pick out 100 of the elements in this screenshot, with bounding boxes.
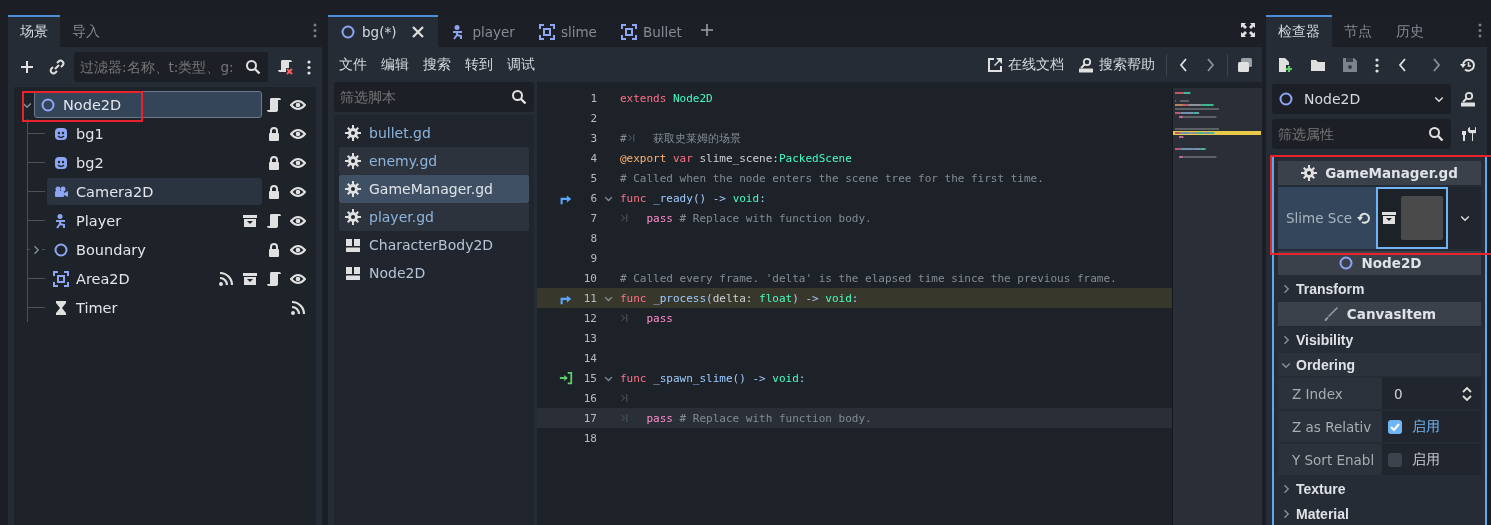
area-icon [538, 24, 555, 40]
eye-icon [290, 242, 306, 258]
book-icon [345, 265, 361, 281]
line-number: 17 [582, 411, 597, 425]
script-list-item[interactable]: player.gd [339, 203, 529, 231]
code-line: # Called every frame. 'delta' is the elapsed time since the previous frame. [620, 271, 1117, 285]
line-number: 3 [589, 131, 597, 145]
tree-item[interactable]: Node2D [34, 91, 262, 118]
menu-item[interactable]: 调试 [500, 50, 542, 79]
search-icon [511, 89, 527, 105]
property-group[interactable]: Visibility [1278, 328, 1481, 351]
scroll-icon [266, 271, 282, 287]
signal-toggle[interactable] [290, 299, 306, 317]
script-name: enemy.gd [369, 153, 438, 169]
area-icon [53, 270, 69, 287]
folder-icon [1309, 57, 1326, 73]
checkbox[interactable]: 启用 [1382, 411, 1481, 442]
lock-icon [266, 184, 282, 200]
line-number: 2 [589, 111, 597, 125]
resource-picker[interactable] [1376, 187, 1448, 249]
script-list-item[interactable]: CharacterBody2D [339, 231, 529, 259]
clapperboard-icon [242, 213, 258, 229]
scene-tab[interactable]: bg(*) [328, 15, 439, 47]
menu-item[interactable]: 编辑 [374, 50, 416, 79]
history-icon [1460, 57, 1476, 73]
clapperboard-icon [1381, 210, 1397, 226]
script-toggle[interactable] [266, 270, 282, 288]
menu-icon [307, 59, 311, 75]
checkbox[interactable]: 启用 [1382, 444, 1481, 475]
property-group[interactable]: Ordering [1278, 353, 1481, 376]
tree-item[interactable]: bg2 [47, 149, 262, 176]
dock-tab[interactable]: 场景 [8, 15, 60, 47]
tree-item[interactable]: Timer [47, 294, 262, 321]
clapperboard-icon [242, 271, 258, 287]
help-button[interactable]: 在线文档 [980, 50, 1071, 79]
dock-tab[interactable]: 节点 [1332, 15, 1384, 47]
script-list-item[interactable]: bullet.gd [339, 119, 529, 147]
code-line: # Called when the node enters the scene tree for the first time. [620, 171, 1044, 185]
script-name: GameManager.gd [369, 181, 493, 197]
section-header[interactable]: GameManager.gd [1278, 161, 1481, 185]
line-number: 14 [582, 351, 597, 365]
gear-icon [345, 181, 361, 197]
lock-toggle[interactable] [266, 125, 282, 143]
tree-item[interactable]: Player [47, 207, 262, 234]
search-icon [1428, 126, 1444, 142]
tree-item[interactable]: Boundary [47, 236, 262, 263]
section-header[interactable]: CanvasItem [1278, 302, 1481, 326]
tree-item[interactable]: Camera2D [47, 178, 262, 205]
line-number: 11 [582, 291, 597, 305]
eye-icon [290, 155, 306, 171]
gear-icon [345, 209, 361, 225]
clapper-toggle[interactable] [242, 270, 258, 288]
eye-icon [290, 97, 306, 113]
property-filter-field[interactable]: 筛选属性 [1272, 119, 1451, 149]
line-number: 5 [589, 171, 597, 185]
menu-item[interactable]: 搜索 [416, 50, 458, 79]
script-name: CharacterBody2D [369, 237, 494, 253]
script-filter-field[interactable]: 筛选脚本 [334, 82, 534, 112]
scene-tab[interactable]: Bullet [608, 15, 694, 47]
tree-item[interactable]: bg1 [47, 120, 262, 147]
node-selector[interactable]: Node2D [1272, 84, 1451, 114]
menu-item[interactable]: 文件 [332, 50, 374, 79]
signal-toggle[interactable] [218, 270, 234, 288]
section-header[interactable]: Node2D [1278, 251, 1481, 275]
property-group[interactable]: Material [1278, 502, 1481, 525]
eye-icon [290, 213, 306, 229]
code-line: func _process(delta: float) -> void: [620, 291, 859, 305]
dock-tab[interactable]: 导入 [60, 15, 112, 47]
signal-icon [290, 300, 306, 316]
lock-toggle[interactable] [266, 183, 282, 201]
help-button[interactable]: 搜索帮助 [1071, 50, 1162, 79]
script-toggle[interactable] [266, 96, 282, 114]
code-line: pass # Replace with function body. [620, 211, 872, 225]
lock-toggle[interactable] [266, 154, 282, 172]
tree-item[interactable]: Area2D [47, 265, 262, 292]
script-name: Node2D [369, 265, 426, 281]
code-line: pass [620, 311, 673, 325]
scene-tab[interactable]: player [438, 15, 527, 47]
clapper-toggle[interactable] [242, 212, 258, 230]
menu-item[interactable]: 转到 [458, 50, 500, 79]
property-group[interactable]: Texture [1278, 477, 1481, 500]
gear-icon [345, 125, 361, 141]
code-line: func _spawn_slime() -> void: [620, 371, 806, 385]
scene-tab[interactable]: slime [526, 15, 609, 47]
filter-field[interactable]: 过滤器:名称、t:类型、g: [74, 52, 268, 82]
eye-icon [290, 184, 306, 200]
menu-icon [313, 22, 317, 38]
property-group[interactable]: Transform [1278, 277, 1481, 300]
script-list-item[interactable]: Node2D [339, 259, 529, 287]
code-line: @export var slime_scene:PackedScene [620, 151, 852, 165]
number-field[interactable]: 0 [1382, 378, 1481, 409]
dock-tab[interactable]: 检查器 [1266, 15, 1332, 47]
signal-icon [218, 271, 234, 287]
menu-icon [1478, 22, 1482, 38]
script-list-item[interactable]: GameManager.gd [339, 175, 529, 203]
script-toggle[interactable] [266, 212, 282, 230]
hourglass-icon [53, 299, 69, 316]
dock-tab[interactable]: 历史 [1384, 15, 1436, 47]
lock-toggle[interactable] [266, 241, 282, 259]
script-list-item[interactable]: enemy.gd [339, 147, 529, 175]
